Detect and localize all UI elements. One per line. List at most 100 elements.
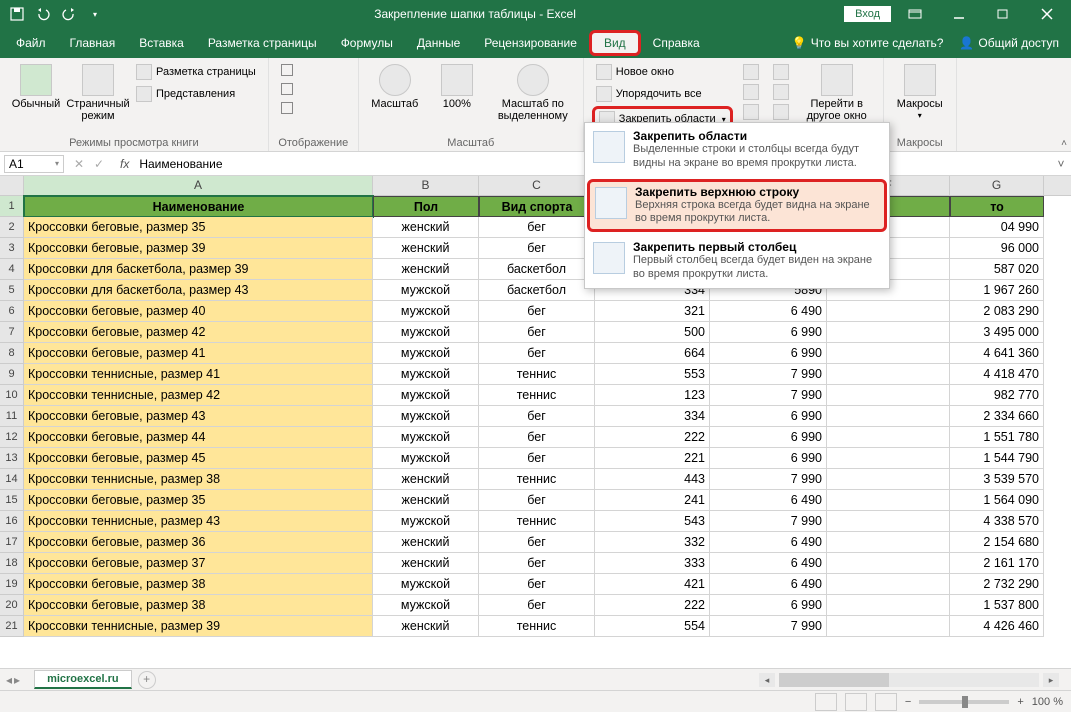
row-header[interactable]: 3 — [0, 238, 24, 259]
cell[interactable]: 241 — [595, 490, 710, 511]
cell[interactable]: женский — [373, 553, 479, 574]
cell[interactable]: мужской — [373, 301, 479, 322]
cell[interactable]: 587 020 — [950, 259, 1044, 280]
login-button[interactable]: Вход — [844, 6, 891, 22]
scroll-right-icon[interactable]: ▸ — [1043, 673, 1059, 687]
row-header[interactable]: 6 — [0, 301, 24, 322]
cell[interactable]: 6 490 — [710, 490, 827, 511]
cell[interactable]: 6 990 — [710, 406, 827, 427]
cell[interactable]: 421 — [595, 574, 710, 595]
row-header[interactable]: 7 — [0, 322, 24, 343]
row-header[interactable]: 17 — [0, 532, 24, 553]
cell[interactable]: Кроссовки беговые, размер 43 — [24, 406, 373, 427]
cell[interactable] — [827, 322, 950, 343]
page-break-button[interactable]: Страничный режим — [70, 62, 126, 124]
cell[interactable] — [827, 553, 950, 574]
cell[interactable]: 664 — [595, 343, 710, 364]
row-header[interactable]: 20 — [0, 595, 24, 616]
cell[interactable]: бег — [479, 448, 595, 469]
cell[interactable]: 6 490 — [710, 301, 827, 322]
header-cell[interactable]: то — [950, 196, 1044, 217]
custom-views-button[interactable]: Представления — [132, 84, 260, 104]
row-header[interactable]: 13 — [0, 448, 24, 469]
row-header[interactable]: 4 — [0, 259, 24, 280]
cell[interactable]: 332 — [595, 532, 710, 553]
cell[interactable]: мужской — [373, 343, 479, 364]
cell[interactable]: 543 — [595, 511, 710, 532]
zoom-level[interactable]: 100 % — [1032, 696, 1063, 708]
zoom-button[interactable]: Масштаб — [367, 62, 423, 112]
cell[interactable]: 6 490 — [710, 574, 827, 595]
cell[interactable]: мужской — [373, 448, 479, 469]
cell[interactable]: 1 551 780 — [950, 427, 1044, 448]
cell[interactable]: Кроссовки беговые, размер 42 — [24, 322, 373, 343]
reset-pos-button[interactable] — [769, 102, 793, 122]
cell[interactable] — [827, 301, 950, 322]
cell[interactable]: 2 334 660 — [950, 406, 1044, 427]
freeze-first-col-item[interactable]: Закрепить первый столбецПервый столбец в… — [585, 234, 889, 288]
sync-scroll-button[interactable] — [769, 82, 793, 102]
cell[interactable]: 443 — [595, 469, 710, 490]
cell[interactable]: 6 990 — [710, 595, 827, 616]
cell[interactable] — [827, 595, 950, 616]
cell[interactable]: мужской — [373, 364, 479, 385]
cell[interactable]: 4 338 570 — [950, 511, 1044, 532]
cell[interactable]: женский — [373, 490, 479, 511]
cell[interactable]: 1 967 260 — [950, 280, 1044, 301]
split-button[interactable] — [739, 62, 763, 82]
cell[interactable]: 7 990 — [710, 511, 827, 532]
row-header[interactable]: 14 — [0, 469, 24, 490]
row-header[interactable]: 2 — [0, 217, 24, 238]
header-cell[interactable]: Наименование — [24, 196, 373, 217]
maximize-icon[interactable] — [983, 0, 1023, 28]
cell[interactable]: мужской — [373, 322, 479, 343]
page-layout-button[interactable]: Разметка страницы — [132, 62, 260, 82]
scroll-thumb[interactable] — [779, 673, 889, 687]
cell[interactable]: бег — [479, 322, 595, 343]
sheet-nav-next-icon[interactable]: ▸ — [14, 673, 20, 687]
macros-button[interactable]: Макросы▾ — [892, 62, 948, 123]
cell[interactable]: Кроссовки беговые, размер 37 — [24, 553, 373, 574]
cell[interactable]: мужской — [373, 280, 479, 301]
tab-page-layout[interactable]: Разметка страницы — [196, 28, 329, 58]
cell[interactable]: бег — [479, 427, 595, 448]
cell[interactable] — [827, 532, 950, 553]
cell[interactable]: 6 990 — [710, 322, 827, 343]
cell[interactable]: 2 083 290 — [950, 301, 1044, 322]
zoom-100-button[interactable]: 100% — [429, 62, 485, 112]
show-ruler-check[interactable] — [277, 62, 297, 78]
page-layout-status-icon[interactable] — [845, 693, 867, 711]
cell[interactable] — [827, 406, 950, 427]
qat-customize-icon[interactable]: ▾ — [84, 3, 106, 25]
cell[interactable]: Кроссовки теннисные, размер 39 — [24, 616, 373, 637]
cell[interactable]: 7 990 — [710, 364, 827, 385]
cell[interactable]: 6 490 — [710, 553, 827, 574]
enter-formula-icon[interactable]: ✓ — [90, 157, 108, 171]
arrange-all-button[interactable]: Упорядочить все — [592, 84, 733, 104]
normal-view-status-icon[interactable] — [815, 693, 837, 711]
cell[interactable]: женский — [373, 259, 479, 280]
undo-icon[interactable] — [32, 3, 54, 25]
cell[interactable]: 221 — [595, 448, 710, 469]
cell[interactable]: Кроссовки для баскетбола, размер 43 — [24, 280, 373, 301]
normal-view-button[interactable]: Обычный — [8, 62, 64, 112]
column-header[interactable]: C — [479, 176, 595, 195]
cell[interactable]: 1 564 090 — [950, 490, 1044, 511]
cell[interactable]: Кроссовки беговые, размер 40 — [24, 301, 373, 322]
ribbon-display-icon[interactable] — [895, 0, 935, 28]
cell[interactable]: теннис — [479, 364, 595, 385]
cell[interactable] — [827, 511, 950, 532]
cell[interactable]: бег — [479, 553, 595, 574]
cell[interactable]: 1 544 790 — [950, 448, 1044, 469]
cell[interactable]: 6 990 — [710, 448, 827, 469]
cancel-formula-icon[interactable]: ✕ — [70, 157, 88, 171]
cell[interactable]: 4 641 360 — [950, 343, 1044, 364]
cell[interactable]: женский — [373, 238, 479, 259]
tab-review[interactable]: Рецензирование — [472, 28, 589, 58]
cell[interactable]: женский — [373, 616, 479, 637]
minimize-icon[interactable] — [939, 0, 979, 28]
cell[interactable]: 222 — [595, 595, 710, 616]
hide-button[interactable] — [739, 82, 763, 102]
header-cell[interactable]: Вид спорта — [479, 196, 595, 217]
cell[interactable]: 123 — [595, 385, 710, 406]
